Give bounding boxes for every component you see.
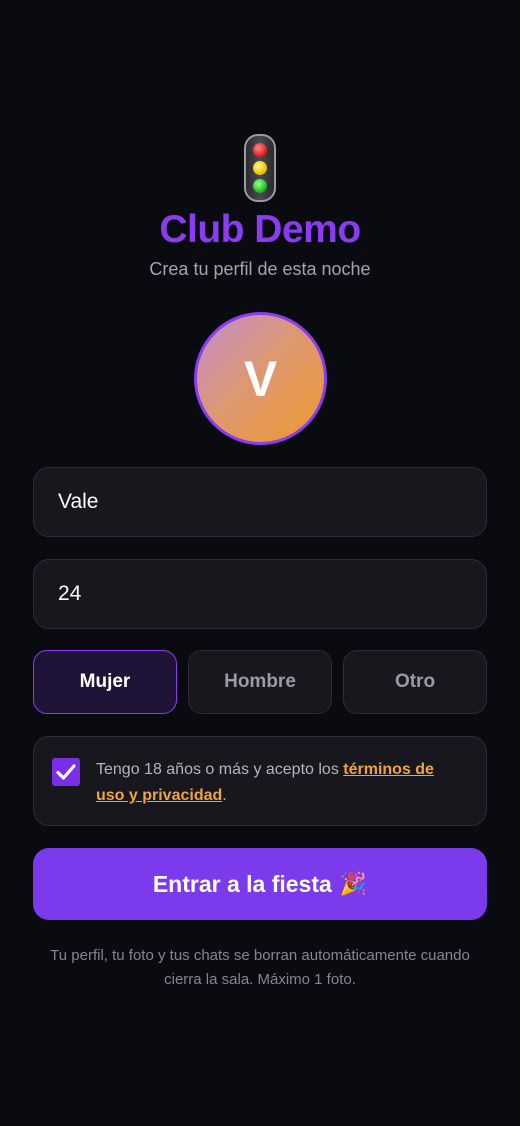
terms-text-after: . [222, 787, 227, 804]
avatar-initial: V [243, 350, 278, 407]
gender-option-otro[interactable]: Otro [343, 650, 487, 714]
name-input-value: Vale [58, 490, 99, 513]
avatar-upload[interactable]: V [194, 312, 327, 445]
terms-checkbox[interactable] [52, 758, 80, 786]
age-input-value: 24 [58, 582, 82, 605]
gender-option-mujer[interactable]: Mujer [33, 650, 177, 714]
red-light [253, 143, 267, 157]
gender-option-hombre[interactable]: Hombre [188, 650, 332, 714]
gender-selector: Mujer Hombre Otro [33, 650, 487, 714]
checkmark-icon [56, 764, 76, 780]
age-input[interactable]: 24 [33, 559, 487, 629]
enter-party-button[interactable]: Entrar a la fiesta 🎉 [33, 848, 487, 920]
privacy-footnote: Tu perfil, tu foto y tus chats se borran… [50, 947, 470, 988]
party-popper-icon: 🎉 [339, 871, 368, 896]
app-subtitle: Crea tu perfil de esta noche [149, 259, 371, 279]
enter-party-label: Entrar a la fiesta [152, 870, 332, 897]
profile-screen: Club Demo Crea tu perfil de esta noche V… [0, 0, 520, 1126]
terms-text-before: Tengo 18 años o más y acepto los [96, 761, 344, 778]
app-title: Club Demo [159, 208, 361, 251]
terms-text: Tengo 18 años o más y acepto los término… [96, 757, 466, 825]
yellow-light [253, 161, 267, 175]
name-input[interactable]: Vale [33, 467, 487, 537]
traffic-light-icon [244, 134, 276, 202]
green-light [253, 179, 267, 193]
terms-consent: Tengo 18 años o más y acepto los término… [33, 736, 487, 826]
